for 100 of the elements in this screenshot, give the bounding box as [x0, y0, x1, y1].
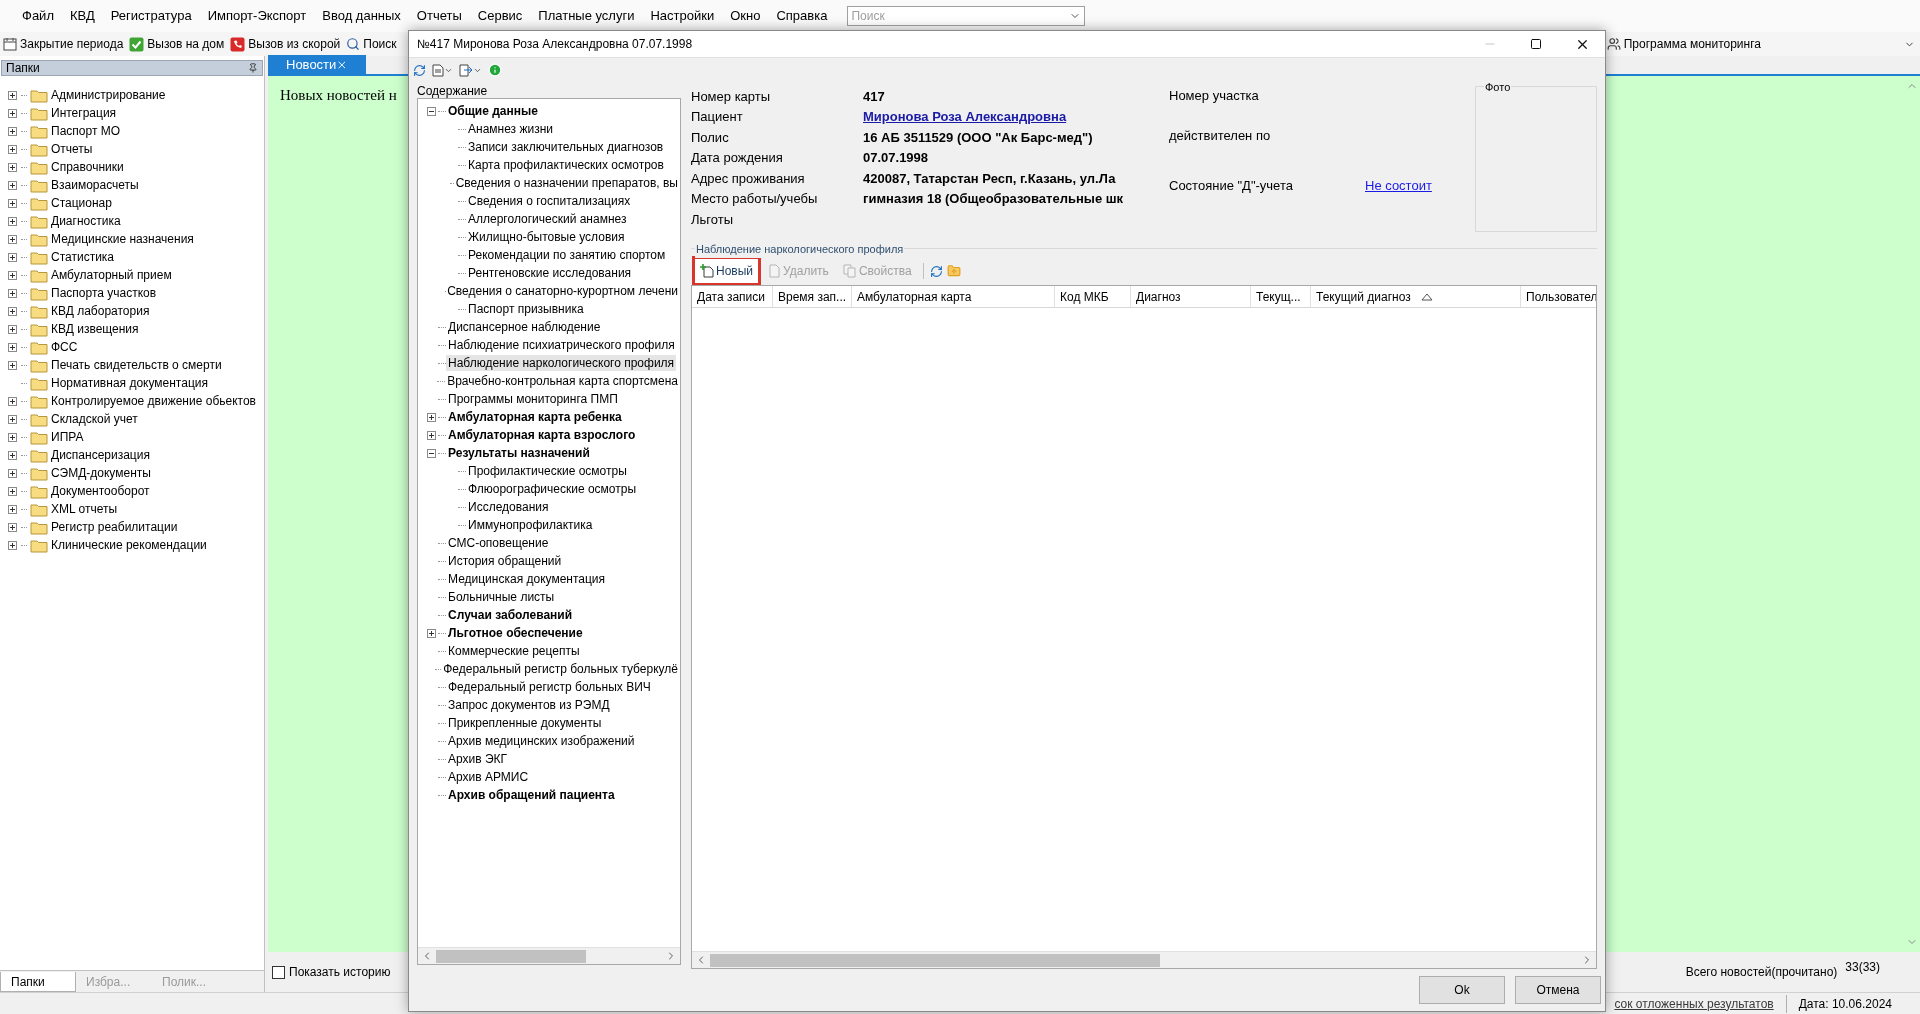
expand-icon[interactable]: [8, 504, 17, 514]
refresh-icon[interactable]: [929, 264, 943, 278]
expand-icon[interactable]: [8, 252, 17, 262]
menu-item[interactable]: Настройки: [642, 6, 723, 26]
expand-icon[interactable]: [8, 234, 17, 244]
expand-icon[interactable]: [8, 414, 17, 424]
expand-icon[interactable]: [8, 306, 17, 316]
tree-item[interactable]: Федеральный регистр больных туберкулё: [441, 661, 680, 677]
expand-icon[interactable]: [8, 450, 17, 460]
expand-icon[interactable]: [8, 198, 17, 208]
tree-item[interactable]: История обращений: [446, 553, 564, 569]
expand-icon[interactable]: [8, 144, 17, 154]
column-header[interactable]: Код МКБ: [1055, 286, 1131, 307]
tree-item[interactable]: Общие данные: [446, 103, 540, 119]
expand-icon[interactable]: [8, 468, 17, 478]
folder-item[interactable]: Медицинские назначения: [51, 230, 194, 248]
expand-icon[interactable]: [8, 216, 17, 226]
folder-item[interactable]: Диагностика: [51, 212, 121, 230]
pin-icon[interactable]: [248, 63, 258, 73]
menu-item[interactable]: Отчеты: [408, 6, 470, 26]
folder-item[interactable]: ИПРА: [51, 428, 84, 446]
tree-item[interactable]: Случаи заболеваний: [446, 607, 575, 623]
folder-item[interactable]: КВД извещения: [51, 320, 139, 338]
collapse-icon[interactable]: [426, 106, 436, 116]
menu-item[interactable]: Ввод данных: [314, 6, 409, 26]
expand-icon[interactable]: [426, 628, 436, 638]
menu-item[interactable]: Сервис: [469, 6, 531, 26]
tree-item[interactable]: Результаты назначений: [446, 445, 592, 461]
expand-icon[interactable]: [426, 412, 436, 422]
expand-icon[interactable]: [8, 360, 17, 370]
tree-item[interactable]: Исследования: [466, 499, 551, 515]
tree-item[interactable]: Амбулаторная карта взрослого: [446, 427, 638, 443]
column-header[interactable]: Амбулаторная карта: [852, 286, 1055, 307]
menu-item[interactable]: Окно: [722, 6, 769, 26]
search-field[interactable]: Поиск: [847, 6, 1086, 26]
column-header[interactable]: Время зап...: [773, 286, 852, 307]
folder-item[interactable]: XML отчеты: [51, 500, 118, 518]
folder-item[interactable]: Контролируемое движение обьектов: [51, 392, 256, 410]
column-header[interactable]: Текущ...: [1251, 286, 1311, 307]
tree-item[interactable]: Коммерческие рецепты: [446, 643, 582, 659]
menu-item[interactable]: Импорт-Экспорт: [199, 6, 315, 26]
tree-item[interactable]: Архив обращений пациента: [446, 787, 617, 803]
tree-item[interactable]: Больничные листы: [446, 589, 557, 605]
folder-item[interactable]: Амбулаторный прием: [51, 266, 172, 284]
folder-item[interactable]: Паспорт МО: [51, 122, 121, 140]
folder-item[interactable]: Диспансеризация: [51, 446, 150, 464]
column-header[interactable]: Диагноз: [1131, 286, 1251, 307]
expand-icon[interactable]: [8, 432, 17, 442]
tree-item[interactable]: Иммунопрофилактика: [466, 517, 595, 533]
tree-item[interactable]: Федеральный регистр больных ВИЧ: [446, 679, 653, 695]
expand-icon[interactable]: [8, 522, 17, 532]
folder-item[interactable]: Документооборот: [51, 482, 150, 500]
tree-item[interactable]: Анамнез жизни: [466, 121, 555, 137]
folder-item[interactable]: Взаиморасчеты: [51, 176, 139, 194]
menu-item[interactable]: Платные услуги: [530, 6, 643, 26]
folder-item[interactable]: Клинические рекомендации: [51, 536, 207, 554]
tree-item[interactable]: Программы мониторинга ПМП: [446, 391, 620, 407]
tree-item[interactable]: Наблюдение психиатрического профиля: [446, 337, 677, 353]
patient-link[interactable]: Миронова Роза Александровна: [863, 107, 1067, 127]
toolbar-button[interactable]: Закрытие периода: [0, 35, 127, 53]
status-link[interactable]: сок отложенных результатов: [1614, 994, 1774, 1013]
tree-item[interactable]: Сведения о санаторно-курортном лечени: [445, 283, 680, 299]
tree-item[interactable]: Прикрепленные документы: [446, 715, 604, 731]
column-header[interactable]: Дата записи: [692, 286, 773, 307]
news-tab[interactable]: Новости: [268, 55, 366, 74]
document-dropdown-icon[interactable]: [432, 63, 453, 77]
expand-icon[interactable]: [8, 288, 17, 298]
expand-icon[interactable]: [8, 540, 17, 550]
toolbar-button[interactable]: Программа мониторинга: [1603, 35, 1764, 53]
folder-item[interactable]: Нормативная документация: [51, 374, 208, 392]
column-header[interactable]: Пользовател: [1521, 286, 1596, 307]
toolbar-button[interactable]: Поиск: [343, 35, 400, 53]
tree-item[interactable]: Рентгеновские исследования: [466, 265, 634, 281]
folder-item[interactable]: КВД лаборатория: [51, 302, 150, 320]
folder-item[interactable]: ФСС: [51, 338, 78, 356]
folder-item[interactable]: Интеграция: [51, 104, 117, 122]
toolbar-button[interactable]: Вызов из скорой: [227, 35, 344, 53]
tree-item[interactable]: Профилактические осмотры: [466, 463, 629, 479]
collapse-icon[interactable]: [426, 448, 436, 458]
tree-item[interactable]: Архив АРМИС: [446, 769, 531, 785]
tree-item[interactable]: Аллергологический анамнез: [466, 211, 629, 227]
expand-icon[interactable]: [8, 396, 17, 406]
folder-item[interactable]: Статистика: [51, 248, 115, 266]
folder-item[interactable]: Складской учет: [51, 410, 138, 428]
tree-item[interactable]: Наблюдение наркологического профиля: [446, 355, 677, 371]
tree-item[interactable]: Рекомендации по занятию спортом: [466, 247, 668, 263]
folder-item[interactable]: Администрирование: [51, 86, 166, 104]
folder-item[interactable]: Стационар: [51, 194, 112, 212]
action-button[interactable]: Новый: [695, 259, 759, 283]
folder-item[interactable]: Справочники: [51, 158, 124, 176]
menu-item[interactable]: Справка: [768, 6, 836, 26]
menu-item[interactable]: Регистратура: [102, 6, 200, 26]
status-link[interactable]: Не состоит: [1365, 176, 1432, 196]
menu-item[interactable]: КВД: [61, 6, 103, 26]
tree-item[interactable]: Паспорт призывника: [466, 301, 586, 317]
expand-icon[interactable]: [8, 324, 17, 334]
tree-item[interactable]: Сведения о назначении препаратов, вы: [453, 175, 680, 191]
export-dropdown-icon[interactable]: [459, 63, 482, 77]
expand-icon[interactable]: [8, 342, 17, 352]
dialog-button[interactable]: Отмена: [1515, 976, 1601, 1004]
